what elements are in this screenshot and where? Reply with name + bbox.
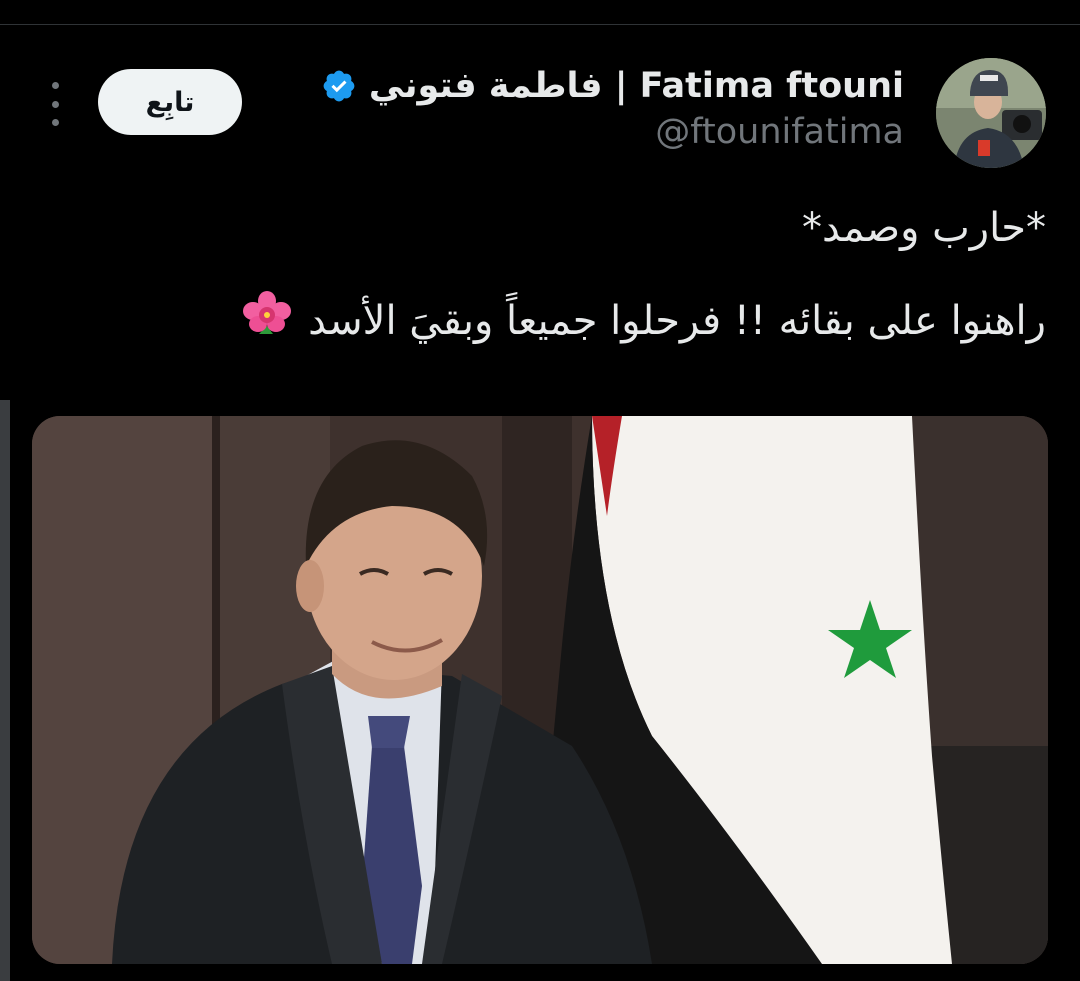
more-dot-icon (51, 119, 59, 126)
top-divider (0, 24, 1080, 25)
tweet-line-2: راهنوا على بقائه !! فرحلوا جميعاً وبقيَ … (146, 288, 1046, 353)
hibiscus-icon (243, 291, 292, 334)
more-dot-icon (51, 100, 59, 108)
follow-button[interactable]: تابِع (98, 69, 242, 135)
more-options-button[interactable] (38, 82, 72, 126)
photo-image (32, 416, 1048, 964)
thread-rail (0, 400, 10, 981)
author-display-name[interactable]: فاطمة فتوني | Fatima ftouni (369, 66, 904, 106)
tweet-line-2-text: راهنوا على بقائه !! فرحلوا جميعاً وبقيَ … (308, 298, 1046, 344)
tweet-line-1: *حارب وصمد* (801, 205, 1046, 251)
author-name-row[interactable]: فاطمة فتوني | Fatima ftouni (321, 62, 904, 110)
tweet-media-image[interactable] (32, 416, 1048, 964)
tweet-text: *حارب وصمد* راهنوا على بقائه !! فرحلوا ج… (146, 196, 1046, 353)
more-dot-icon (51, 82, 59, 89)
verified-badge-icon (323, 70, 355, 102)
author-avatar[interactable] (936, 58, 1046, 168)
user-avatar-photo (936, 58, 1046, 168)
author-handle[interactable]: @ftounifatima (655, 112, 904, 152)
